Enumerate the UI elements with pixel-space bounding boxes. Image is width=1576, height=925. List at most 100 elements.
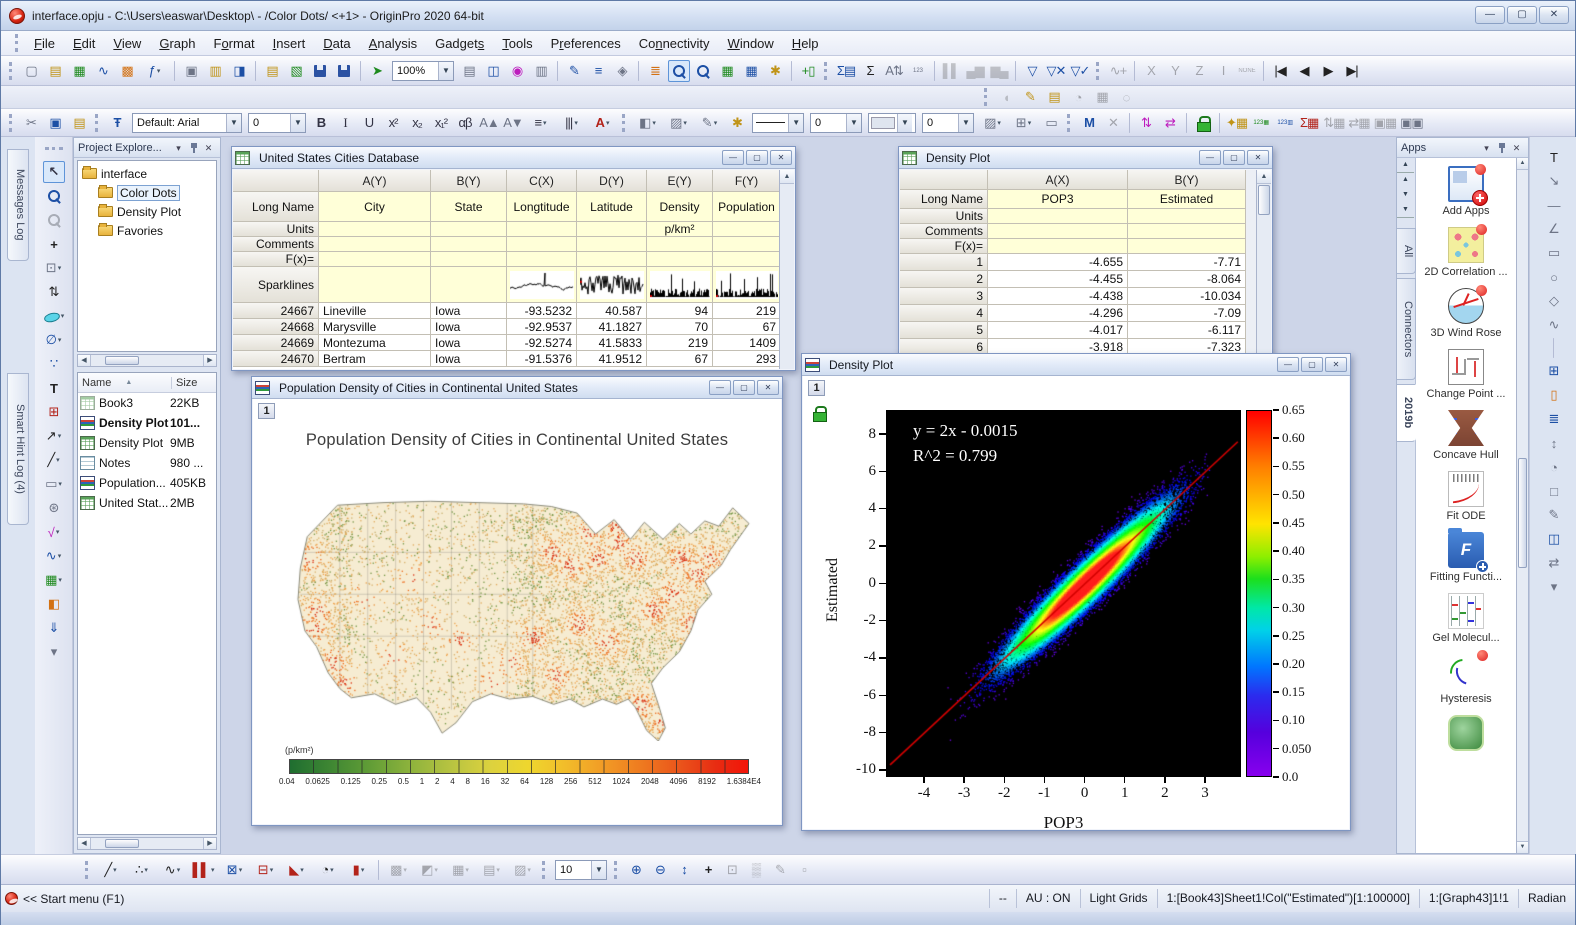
sparkline-cell[interactable] xyxy=(713,267,779,303)
save-template[interactable] xyxy=(333,60,355,82)
restore-button[interactable]: ▢ xyxy=(746,150,768,165)
separator[interactable] xyxy=(638,61,639,81)
cell[interactable]: 70 xyxy=(647,319,713,335)
cell[interactable]: 293 xyxy=(713,351,779,367)
edit-digitizer[interactable]: ✎ xyxy=(563,60,585,82)
save-project[interactable] xyxy=(309,60,331,82)
status-segment[interactable]: 1:[Book43]Sheet1!Col("Estimated")[1:1000… xyxy=(1157,889,1419,908)
sql-comment[interactable]: ◖ xyxy=(995,86,1017,108)
separator[interactable] xyxy=(174,61,175,81)
cell-border[interactable]: ⊞ xyxy=(1009,112,1038,134)
screen-reader-tool[interactable]: + xyxy=(43,233,65,255)
cell[interactable]: Bertram xyxy=(319,351,431,367)
separator[interactable] xyxy=(378,860,379,880)
zoom-out-tool[interactable] xyxy=(43,209,65,231)
toolbar-grip[interactable] xyxy=(85,861,91,879)
line-style-select[interactable]: ▼ xyxy=(752,113,804,133)
plot-column[interactable]: ▌▌ xyxy=(940,60,962,82)
fx-cell[interactable] xyxy=(431,252,507,267)
close-button[interactable]: ✕ xyxy=(1247,150,1269,165)
object-edit[interactable]: ✎ xyxy=(1543,504,1565,526)
units-cell[interactable] xyxy=(988,209,1128,224)
data-mask[interactable]: ▒ xyxy=(745,859,767,881)
maximize-button[interactable]: ▢ xyxy=(1507,6,1537,24)
toolbar-grip[interactable] xyxy=(824,62,830,80)
recalculate-wizard[interactable]: ✦▦ xyxy=(1225,112,1248,134)
add-text-object[interactable]: T xyxy=(1543,146,1565,168)
cell[interactable]: -4.017 xyxy=(988,322,1128,339)
new-matrix[interactable]: ▩ xyxy=(116,60,138,82)
text-tool[interactable]: T xyxy=(43,377,65,399)
zoom-pan-tool[interactable] xyxy=(692,60,714,82)
window-title-bar[interactable]: Population Density of Cities in Continen… xyxy=(252,377,782,399)
copy-columns[interactable]: ▣▣ xyxy=(1399,112,1424,134)
minimize-button[interactable]: — xyxy=(1475,6,1505,24)
decrease-font[interactable]: A▼ xyxy=(502,112,524,134)
apps-tab-2019b[interactable]: 2019b xyxy=(1397,384,1416,442)
sort-worksheet[interactable]: A⇅ xyxy=(883,60,905,82)
units-cell[interactable] xyxy=(319,222,431,237)
status-segment[interactable]: Radian xyxy=(1518,889,1575,908)
restore-button[interactable]: ▢ xyxy=(1301,357,1323,372)
comments-cell[interactable] xyxy=(713,237,779,252)
alignment[interactable]: ≡ xyxy=(526,112,555,134)
status-segment[interactable]: Light Grids xyxy=(1080,889,1157,908)
menu-edit[interactable]: Edit xyxy=(64,34,104,53)
app-2d-correlation[interactable]: 2D Correlation ... xyxy=(1416,227,1516,279)
cell[interactable]: Iowa xyxy=(431,351,507,367)
scroll-down-button[interactable]: ▼ xyxy=(1397,188,1414,203)
toolbar-grip[interactable] xyxy=(984,88,990,106)
open-database[interactable]: ▤ xyxy=(1043,86,1065,108)
menu-file[interactable]: File xyxy=(25,34,64,53)
remove-filter[interactable]: ▽✕ xyxy=(1045,60,1067,82)
window-title-bar[interactable]: Density Plot —▢✕ xyxy=(802,354,1350,376)
corner-cell[interactable] xyxy=(900,170,988,190)
first-plot[interactable]: |◀ xyxy=(1269,60,1291,82)
comments-cell[interactable] xyxy=(988,224,1128,239)
units-cell[interactable] xyxy=(577,222,647,237)
apps-scrollbar[interactable]: ▲▼ xyxy=(1516,158,1528,853)
row-label[interactable]: Units xyxy=(233,222,319,237)
close-button[interactable]: ✕ xyxy=(1539,6,1569,24)
cell[interactable]: 219 xyxy=(647,335,713,351)
folder-density-plot[interactable]: Density Plot xyxy=(80,202,214,221)
cell[interactable]: Iowa xyxy=(431,303,507,319)
vertical-scrollbar[interactable]: ▲ xyxy=(779,170,794,369)
add-new-column[interactable]: +▯ xyxy=(797,60,819,82)
menu-insert[interactable]: Insert xyxy=(264,34,315,53)
menu-gadgets[interactable]: Gadgets xyxy=(426,34,493,53)
next-plot[interactable]: ▶ xyxy=(1317,60,1339,82)
row-number[interactable]: 2 xyxy=(900,271,988,288)
toolbar-grip[interactable] xyxy=(1067,114,1073,132)
template-plot[interactable]: ⊠ xyxy=(220,859,249,881)
menu-tools[interactable]: Tools xyxy=(493,34,541,53)
close-button[interactable]: ✕ xyxy=(757,380,779,395)
area-plot[interactable]: ◣ xyxy=(282,859,311,881)
scroll-top-button[interactable]: ▲ xyxy=(1397,158,1414,173)
apps-tab-all[interactable]: All xyxy=(1397,228,1416,274)
zoom-in-tool[interactable] xyxy=(668,60,690,82)
row-number[interactable]: 4 xyxy=(900,305,988,322)
border-color-select[interactable]: ▼ xyxy=(868,113,916,133)
open-template[interactable]: ▤ xyxy=(261,60,283,82)
toolbar-grip[interactable] xyxy=(614,861,620,879)
toolbar-grip[interactable] xyxy=(9,114,15,132)
zoom-in-tool[interactable] xyxy=(43,185,65,207)
import-data[interactable]: ▦ xyxy=(1091,86,1113,108)
row-number[interactable]: 24669 xyxy=(233,335,319,351)
rescale-axes[interactable]: ∿+ xyxy=(1107,60,1129,82)
app-fitting-function[interactable]: F Fitting Functi... xyxy=(1416,532,1516,584)
project-tree[interactable]: ≣ xyxy=(644,60,666,82)
glow[interactable]: ✱ xyxy=(726,112,748,134)
row-label[interactable]: Comments xyxy=(233,237,319,252)
minimize-button[interactable]: — xyxy=(722,150,744,165)
folder-color-dots[interactable]: Color Dots xyxy=(80,183,214,202)
cancel-import[interactable]: ◌ xyxy=(1115,86,1137,108)
toolbar-grip[interactable] xyxy=(15,34,21,52)
line-symbol-plot[interactable]: ∿ xyxy=(158,859,187,881)
lock-icon[interactable] xyxy=(808,402,830,424)
fill-color[interactable]: ◧ xyxy=(633,112,662,134)
annotation-tool[interactable]: ⊞ xyxy=(43,401,65,423)
list-horizontal-scrollbar[interactable]: ◀▶ xyxy=(77,837,217,850)
reapply-filter[interactable]: ▽✓ xyxy=(1069,60,1091,82)
